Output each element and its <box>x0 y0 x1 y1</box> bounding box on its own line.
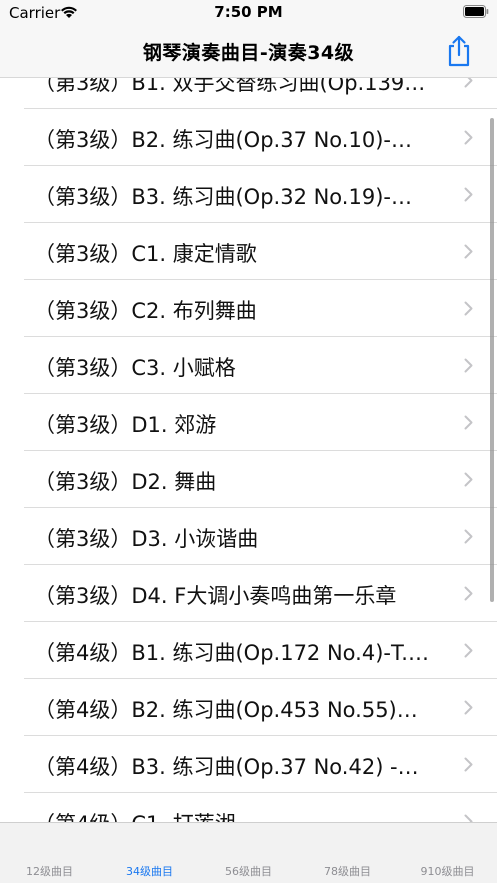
chevron-right-icon <box>464 529 473 544</box>
chevron-right-icon <box>464 244 473 259</box>
tab-2[interactable]: 34级曲目 <box>100 863 199 879</box>
list-item[interactable]: （第4级）B2. 练习曲(Op.453 No.55)… <box>24 679 497 736</box>
list-item-label: （第3级）D1. 郊游 <box>34 413 217 437</box>
tab-bar: 12级曲目 34级曲目 56级曲目 78级曲目 910级曲目 <box>0 822 497 883</box>
tab-3[interactable]: 56级曲目 <box>199 863 298 879</box>
chevron-right-icon <box>464 130 473 145</box>
chevron-right-icon <box>464 586 473 601</box>
tab-1[interactable]: 12级曲目 <box>0 863 99 879</box>
piece-list[interactable]: （第3级）B1. 双手交替练习曲(Op.139… （第3级）B2. 练习曲(Op.… <box>0 52 497 824</box>
scroll-indicator[interactable] <box>490 118 494 602</box>
list-item-label: （第3级）D3. 小诙谐曲 <box>34 527 259 551</box>
list-item[interactable]: （第3级）C3. 小赋格 <box>24 337 497 394</box>
share-icon[interactable] <box>445 35 473 67</box>
chevron-right-icon <box>464 700 473 715</box>
list-item-label: （第4级）B3. 练习曲(Op.37 No.42) -… <box>34 755 419 779</box>
navigation-bar: 钢琴演奏曲目-演奏34级 <box>0 26 497 78</box>
chevron-right-icon <box>464 643 473 658</box>
page-title: 钢琴演奏曲目-演奏34级 <box>142 42 355 64</box>
chevron-right-icon <box>464 187 473 202</box>
list-item-label: （第3级）C3. 小赋格 <box>34 356 236 380</box>
list-item[interactable]: （第3级）C2. 布列舞曲 <box>24 280 497 337</box>
list-item-label: （第3级）D4. F大调小奏鸣曲第一乐章 <box>34 584 397 608</box>
battery-icon <box>463 5 489 18</box>
list-item[interactable]: （第4级）B3. 练习曲(Op.37 No.42) -… <box>24 736 497 793</box>
list-item[interactable]: （第3级）B3. 练习曲(Op.32 No.19)-… <box>24 166 497 223</box>
chevron-right-icon <box>464 472 473 487</box>
status-bar: Carrier 7:50 PM <box>0 0 497 26</box>
list-item[interactable]: （第3级）B2. 练习曲(Op.37 No.10)-… <box>24 109 497 166</box>
list-item[interactable]: （第3级）D3. 小诙谐曲 <box>24 508 497 565</box>
chevron-right-icon <box>464 415 473 430</box>
list-item-label: （第3级）B2. 练习曲(Op.37 No.10)-… <box>34 128 412 152</box>
clock: 7:50 PM <box>214 3 283 21</box>
chevron-right-icon <box>464 301 473 316</box>
tab-5[interactable]: 910级曲目 <box>398 863 497 879</box>
list-item-label: （第3级）C2. 布列舞曲 <box>34 299 257 323</box>
list-item-label: （第3级）D2. 舞曲 <box>34 470 217 494</box>
list-item[interactable]: （第4级）B1. 练习曲(Op.172 No.4)-T.… <box>24 622 497 679</box>
list-item-label: （第4级）B2. 练习曲(Op.453 No.55)… <box>34 698 418 722</box>
list-item[interactable]: （第4级）C1. 打莲湘 <box>24 793 497 824</box>
list-item-label: （第4级）B1. 练习曲(Op.172 No.4)-T.… <box>34 641 429 665</box>
list-item-label: （第3级）C1. 康定情歌 <box>34 242 257 266</box>
list-item[interactable]: （第3级）D2. 舞曲 <box>24 451 497 508</box>
chevron-right-icon <box>464 358 473 373</box>
list-item[interactable]: （第3级）D1. 郊游 <box>24 394 497 451</box>
list-item-label: （第3级）B3. 练习曲(Op.32 No.19)-… <box>34 185 412 209</box>
list-item[interactable]: （第3级）C1. 康定情歌 <box>24 223 497 280</box>
list-item[interactable]: （第3级）D4. F大调小奏鸣曲第一乐章 <box>24 565 497 622</box>
tab-4[interactable]: 78级曲目 <box>298 863 397 879</box>
chevron-right-icon <box>464 757 473 772</box>
